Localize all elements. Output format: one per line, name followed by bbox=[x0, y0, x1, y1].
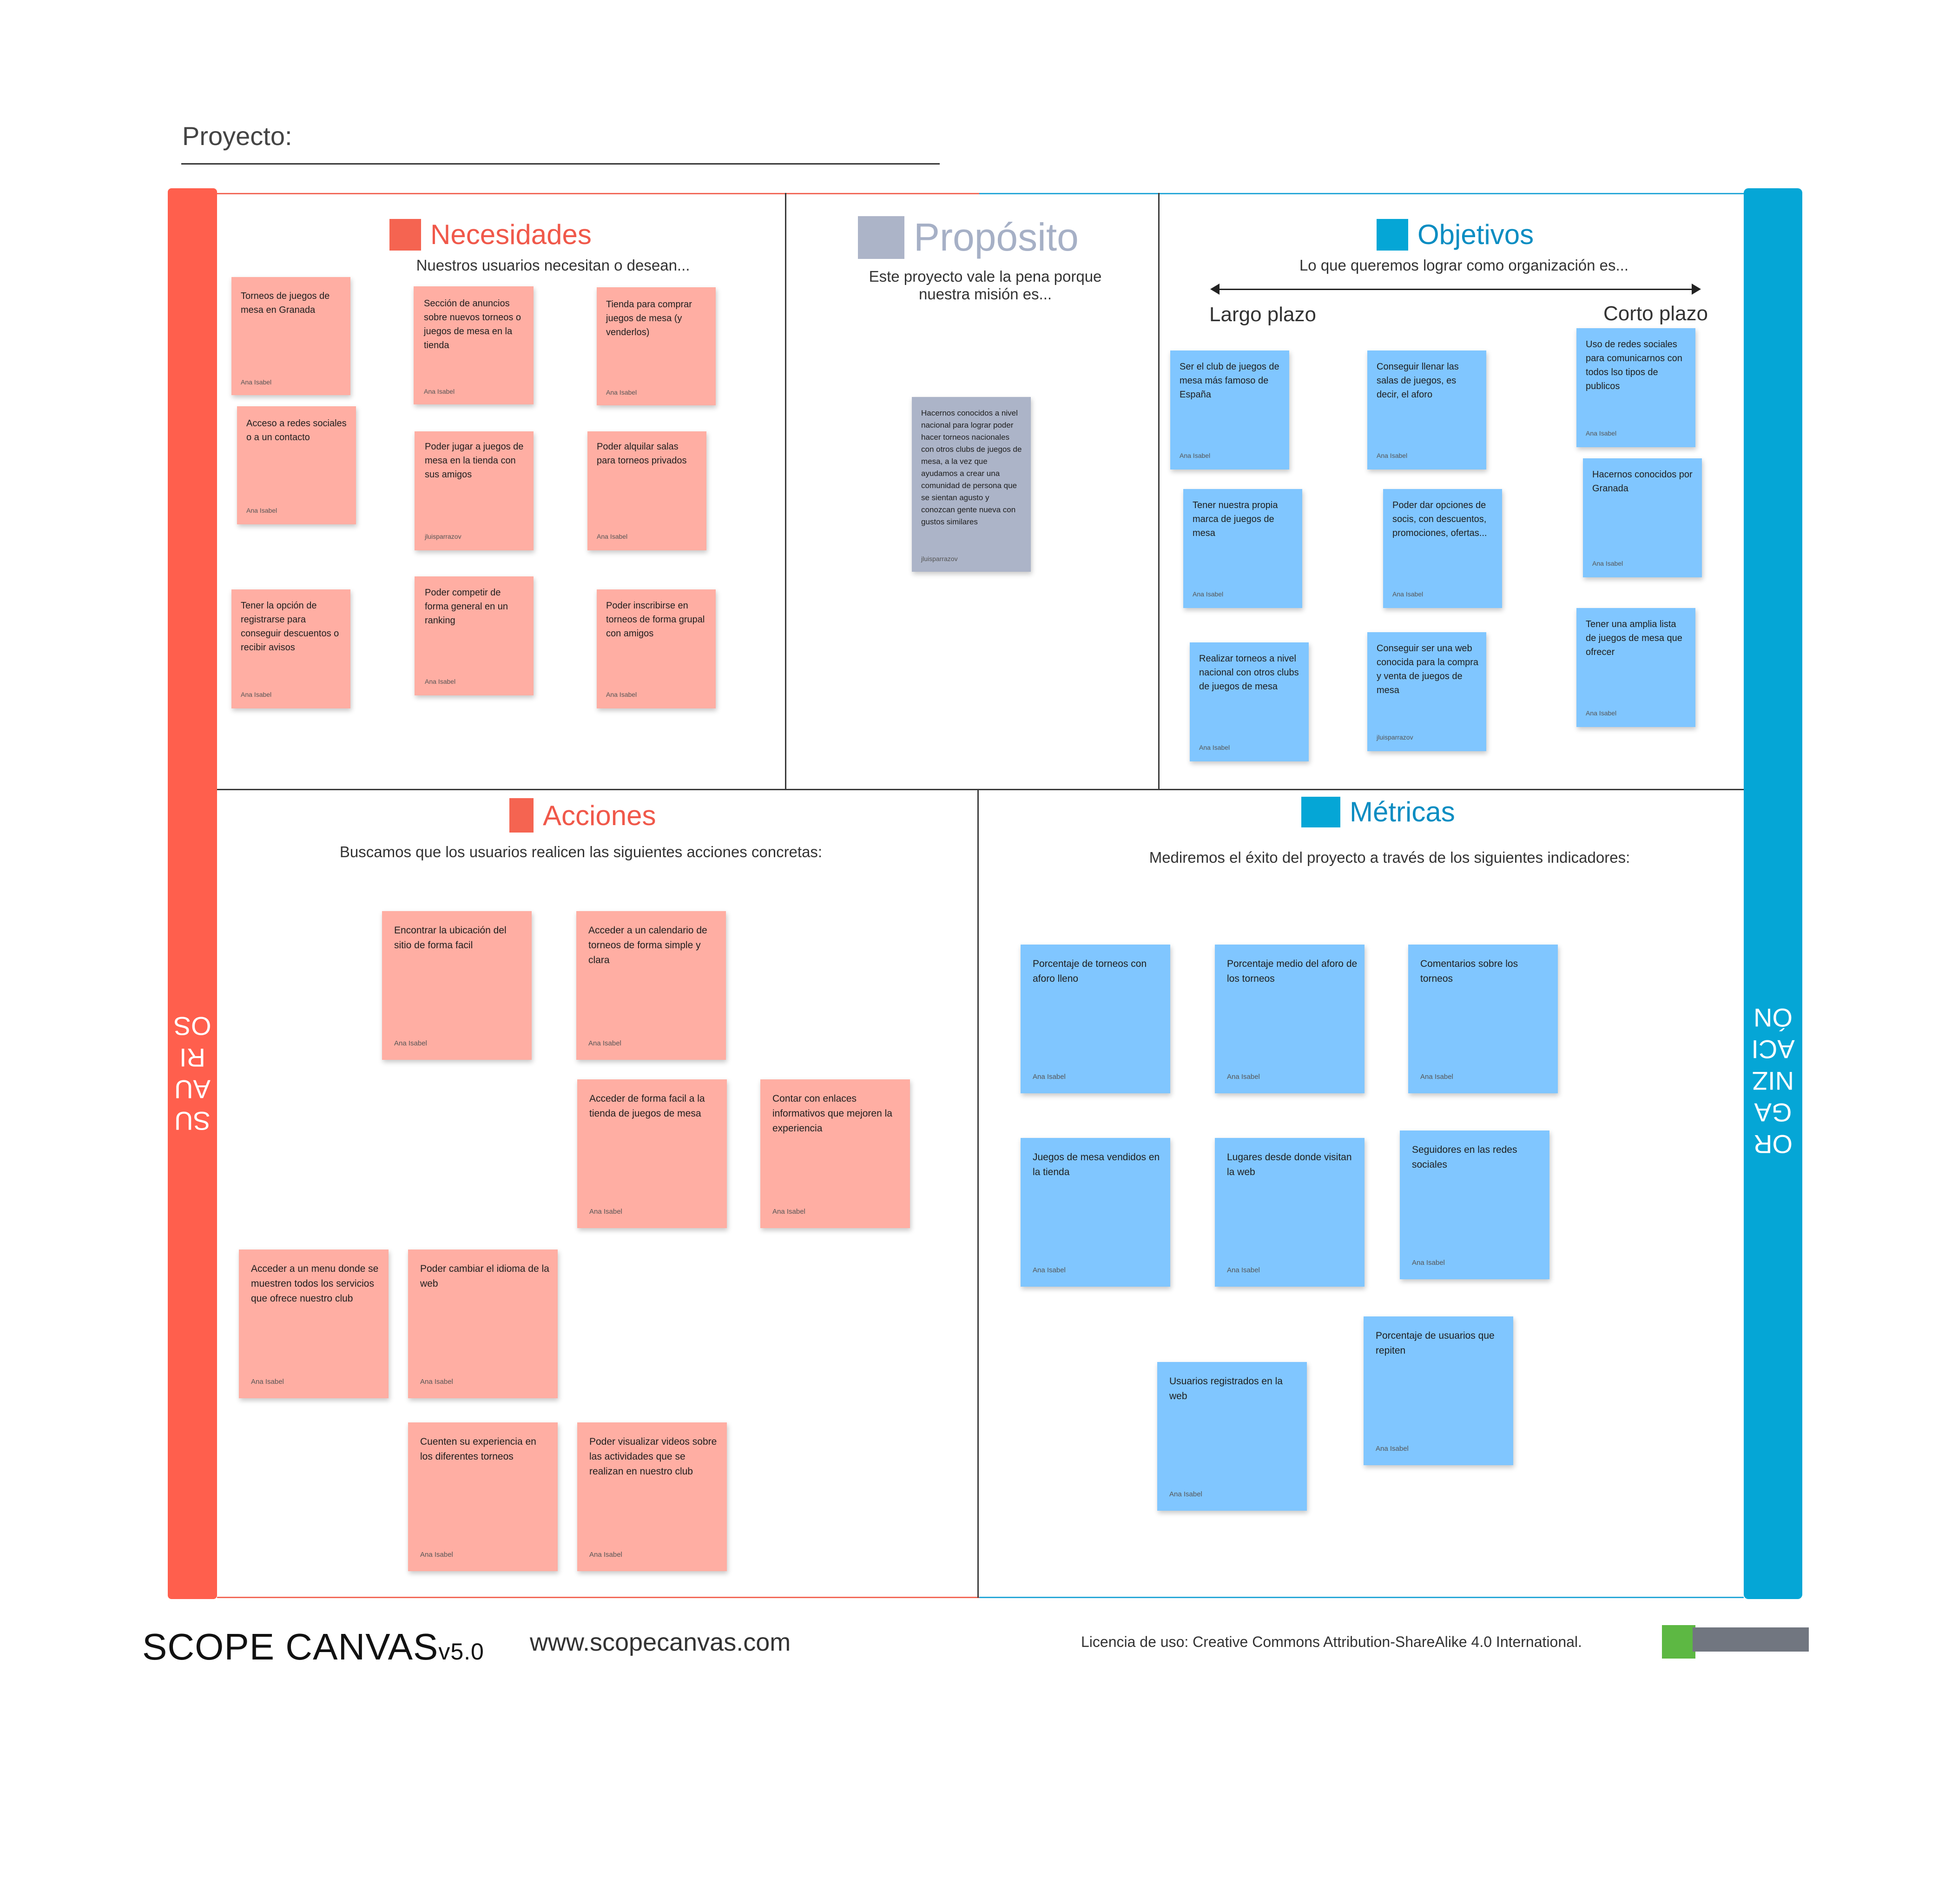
sticky-note[interactable]: Comentarios sobre los torneos Ana Isabel bbox=[1408, 945, 1558, 1093]
website-link[interactable]: www.scopecanvas.com bbox=[530, 1628, 791, 1657]
frame-top-blue bbox=[979, 193, 1744, 194]
sticky-note[interactable]: Poder inscribirse en torneos de forma gr… bbox=[597, 589, 716, 708]
sticky-note[interactable]: Torneos de juegos de mesa en Granada Ana… bbox=[231, 277, 350, 395]
sticky-note[interactable]: Ser el club de juegos de mesa más famoso… bbox=[1170, 350, 1289, 469]
sticky-note[interactable]: Seguidores en las redes sociales Ana Isa… bbox=[1400, 1130, 1549, 1279]
objetivos-header: Objetivos bbox=[1377, 218, 1534, 251]
sticky-note[interactable]: Usuarios registrados en la web Ana Isabe… bbox=[1157, 1362, 1307, 1511]
red-square-icon bbox=[389, 218, 421, 251]
sticky-note[interactable]: Encontrar la ubicación del sitio de form… bbox=[382, 911, 532, 1060]
license-text: Licencia de uso: Creative Commons Attrib… bbox=[1081, 1633, 1582, 1650]
frame-top-red bbox=[217, 193, 979, 194]
organizacion-sidebar: OR GA NIZ ACI ÓN bbox=[1744, 188, 1802, 1599]
sticky-note[interactable]: Tener la opción de registrarse para cons… bbox=[231, 589, 350, 708]
frame-bottom-red bbox=[217, 1597, 979, 1598]
timeline-arrow bbox=[1214, 289, 1697, 290]
frame-bottom-blue bbox=[979, 1597, 1744, 1598]
blue-square-icon bbox=[1377, 218, 1408, 251]
sticky-note[interactable]: Cuenten su experiencia en los diferentes… bbox=[408, 1422, 558, 1571]
short-term-label: Corto plazo bbox=[1603, 302, 1708, 325]
long-term-label: Largo plazo bbox=[1209, 303, 1316, 326]
sticky-note[interactable]: Porcentaje medio del aforo de los torneo… bbox=[1215, 945, 1365, 1093]
acciones-header: Acciones bbox=[509, 798, 656, 833]
sticky-note[interactable]: Lugares desde donde visitan la web Ana I… bbox=[1215, 1138, 1365, 1287]
sticky-note[interactable]: Porcentaje de torneos con aforo lleno An… bbox=[1021, 945, 1170, 1093]
sticky-note[interactable]: Hacernos conocidos por Granada Ana Isabe… bbox=[1583, 458, 1702, 577]
sticky-note[interactable]: Conseguir llenar las salas de juegos, es… bbox=[1367, 350, 1486, 469]
sticky-note[interactable]: Poder competir de forma general en un ra… bbox=[415, 576, 534, 695]
scope-canvas-brand: SCOPE CANVASv5.0 bbox=[142, 1626, 484, 1667]
acciones-subtitle: Buscamos que los usuarios realicen las s… bbox=[339, 843, 823, 860]
sticky-note[interactable]: Tener una amplia lista de juegos de mesa… bbox=[1576, 608, 1695, 727]
cc-license-bar-icon bbox=[1693, 1627, 1809, 1652]
proposito-header: Propósito bbox=[858, 215, 1079, 260]
necesidades-subtitle: Nuestros usuarios necesitan o desean... bbox=[416, 257, 690, 274]
sticky-note[interactable]: Juegos de mesa vendidos en la tienda Ana… bbox=[1021, 1138, 1170, 1287]
sticky-note[interactable]: Acceso a redes sociales o a un contacto … bbox=[237, 406, 356, 524]
frame-middle bbox=[217, 789, 1744, 790]
sticky-note[interactable]: Tener nuestra propia marca de juegos de … bbox=[1183, 489, 1302, 608]
sticky-note[interactable]: Uso de redes sociales para comunicarnos … bbox=[1576, 328, 1695, 447]
metricas-header: Métricas bbox=[1301, 796, 1455, 828]
sticky-note[interactable]: Poder cambiar el idioma de la web Ana Is… bbox=[408, 1250, 558, 1398]
sticky-note[interactable]: Acceder a un menu donde se muestren todo… bbox=[239, 1250, 389, 1398]
sticky-note[interactable]: Porcentaje de usuarios que repiten Ana I… bbox=[1364, 1316, 1513, 1465]
sticky-note[interactable]: Conseguir ser una web conocida para la c… bbox=[1367, 632, 1486, 751]
blue-square-icon bbox=[1301, 796, 1340, 827]
sticky-note[interactable]: Tienda para comprar juegos de mesa (y ve… bbox=[597, 287, 716, 405]
usuarios-sidebar: SU AU RI OS bbox=[168, 188, 217, 1599]
version-label: v5.0 bbox=[438, 1639, 484, 1665]
sticky-note[interactable]: Realizar torneos a nivel nacional con ot… bbox=[1190, 642, 1309, 761]
sticky-note[interactable]: Acceder de forma facil a la tienda de ju… bbox=[577, 1079, 727, 1228]
organizacion-label: OR GA NIZ ACI ÓN bbox=[1751, 1003, 1795, 1159]
metricas-title: Métricas bbox=[1350, 796, 1455, 827]
necesidades-header: Necesidades bbox=[389, 218, 592, 251]
sticky-note[interactable]: Sección de anuncios sobre nuevos torneos… bbox=[414, 286, 534, 404]
divider-necesidades-proposito bbox=[785, 193, 786, 789]
project-name-field[interactable] bbox=[181, 163, 940, 165]
red-square-icon bbox=[509, 798, 534, 833]
sticky-note[interactable]: Contar con enlaces informativos que mejo… bbox=[760, 1079, 910, 1228]
sticky-note[interactable]: Poder dar opciones de socis, con descuen… bbox=[1383, 489, 1502, 608]
sticky-note[interactable]: Hacernos conocidos a nivel nacional para… bbox=[912, 397, 1031, 572]
proposito-title: Propósito bbox=[914, 215, 1079, 259]
sticky-note[interactable]: Poder jugar a juegos de mesa en la tiend… bbox=[415, 431, 534, 550]
gray-square-icon bbox=[858, 216, 904, 259]
objetivos-subtitle: Lo que queremos lograr como organización… bbox=[1299, 257, 1629, 274]
sticky-note[interactable]: Poder visualizar videos sobre las activi… bbox=[577, 1422, 727, 1571]
sticky-note[interactable]: Poder alquilar salas para torneos privad… bbox=[587, 431, 706, 550]
proposito-subtitle: Este proyecto vale la pena porque nuestr… bbox=[869, 268, 1102, 303]
usuarios-label: SU AU RI OS bbox=[173, 1012, 211, 1136]
objetivos-title: Objetivos bbox=[1417, 219, 1534, 250]
arrow-right-icon bbox=[1692, 284, 1701, 295]
metricas-subtitle: Mediremos el éxito del proyecto a través… bbox=[1149, 849, 1630, 866]
divider-acciones-metricas bbox=[977, 789, 979, 1598]
sticky-note[interactable]: Acceder a un calendario de torneos de fo… bbox=[576, 911, 726, 1060]
acciones-title: Acciones bbox=[543, 800, 656, 831]
project-label: Proyecto: bbox=[182, 121, 292, 151]
cc-license-badge-icon bbox=[1662, 1625, 1695, 1659]
necesidades-title: Necesidades bbox=[430, 219, 592, 250]
arrow-left-icon bbox=[1210, 284, 1219, 295]
